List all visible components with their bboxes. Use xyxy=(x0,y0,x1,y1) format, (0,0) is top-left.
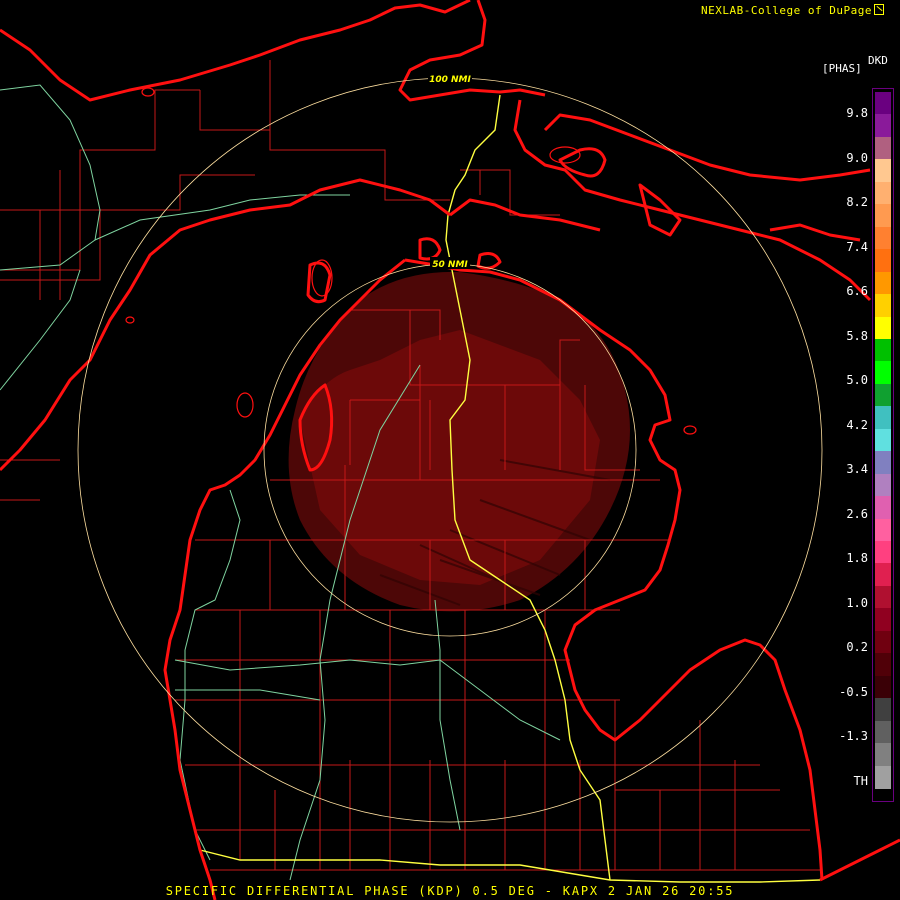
legend-tick-label: 9.0 xyxy=(846,150,868,165)
legend-swatch xyxy=(875,136,891,160)
legend-swatch xyxy=(875,451,891,475)
legend-tick-label: 4.2 xyxy=(846,417,868,432)
credit-text: NEXLAB-College of DuPage xyxy=(701,4,872,17)
legend-swatch xyxy=(875,496,891,520)
nexlab-logo-icon[interactable] xyxy=(874,4,884,15)
legend-tick-label: 6.6 xyxy=(846,284,868,298)
radar-display: 100 NMI 50 NMI NEXLAB-College of DuPage … xyxy=(0,0,900,900)
legend-swatch xyxy=(875,630,891,654)
legend-swatch xyxy=(875,294,891,318)
legend-swatch xyxy=(875,698,891,722)
legend-tick-label: 1.0 xyxy=(846,595,868,610)
legend-tick-label: 9.8 xyxy=(846,106,868,120)
legend-tick-label: 7.4 xyxy=(846,239,868,254)
range-ring-100-label: 100 NMI xyxy=(429,75,471,85)
radar-map[interactable]: 100 NMI 50 NMI xyxy=(0,0,900,900)
legend-swatch xyxy=(875,338,891,362)
legend-swatch xyxy=(875,249,891,273)
range-ring-50-label: 50 NMI xyxy=(432,260,468,270)
legend-tick-label: -1.3 xyxy=(839,729,868,743)
product-title: SPECIFIC DIFFERENTIAL PHASE (KDP) 0.5 DE… xyxy=(165,884,735,898)
legend-swatch xyxy=(875,608,891,632)
legend-swatch xyxy=(875,316,891,340)
legend-swatch xyxy=(875,765,891,789)
legend-swatch xyxy=(875,675,891,699)
legend-swatch xyxy=(875,653,891,677)
legend-swatch xyxy=(875,114,891,138)
product-code: DKD xyxy=(868,54,888,67)
legend-swatch xyxy=(875,181,891,205)
legend-swatch xyxy=(875,92,891,116)
legend-swatch xyxy=(875,428,891,452)
legend-swatch xyxy=(875,406,891,430)
color-legend xyxy=(872,88,894,802)
legend-swatch xyxy=(875,361,891,385)
legend-swatch xyxy=(875,271,891,295)
legend-swatch xyxy=(875,383,891,407)
legend-tick-label: 0.2 xyxy=(846,640,868,654)
legend-swatch xyxy=(875,226,891,250)
legend-tick-label: 8.2 xyxy=(846,195,868,209)
legend-swatch xyxy=(875,159,891,183)
legend-tick-label: 2.6 xyxy=(846,506,868,521)
legend-swatch xyxy=(875,585,891,609)
legend-swatch xyxy=(875,204,891,228)
unit-label: [PHAS] xyxy=(822,62,862,75)
header-credit: NEXLAB-College of DuPage xyxy=(701,4,884,17)
legend-tick-label: 5.8 xyxy=(846,328,868,343)
legend-swatch xyxy=(875,518,891,542)
legend-tick-label: TH xyxy=(853,773,868,788)
legend-tick-label: 1.8 xyxy=(846,551,868,565)
legend-swatch xyxy=(875,720,891,744)
legend-tick-label: 3.4 xyxy=(846,462,868,476)
legend-swatch xyxy=(875,743,891,767)
legend-tick-label: 5.0 xyxy=(846,373,868,387)
legend-swatch xyxy=(875,473,891,497)
legend-swatch xyxy=(875,563,891,587)
legend-tick-label: -0.5 xyxy=(839,684,868,699)
legend-swatch xyxy=(875,541,891,565)
